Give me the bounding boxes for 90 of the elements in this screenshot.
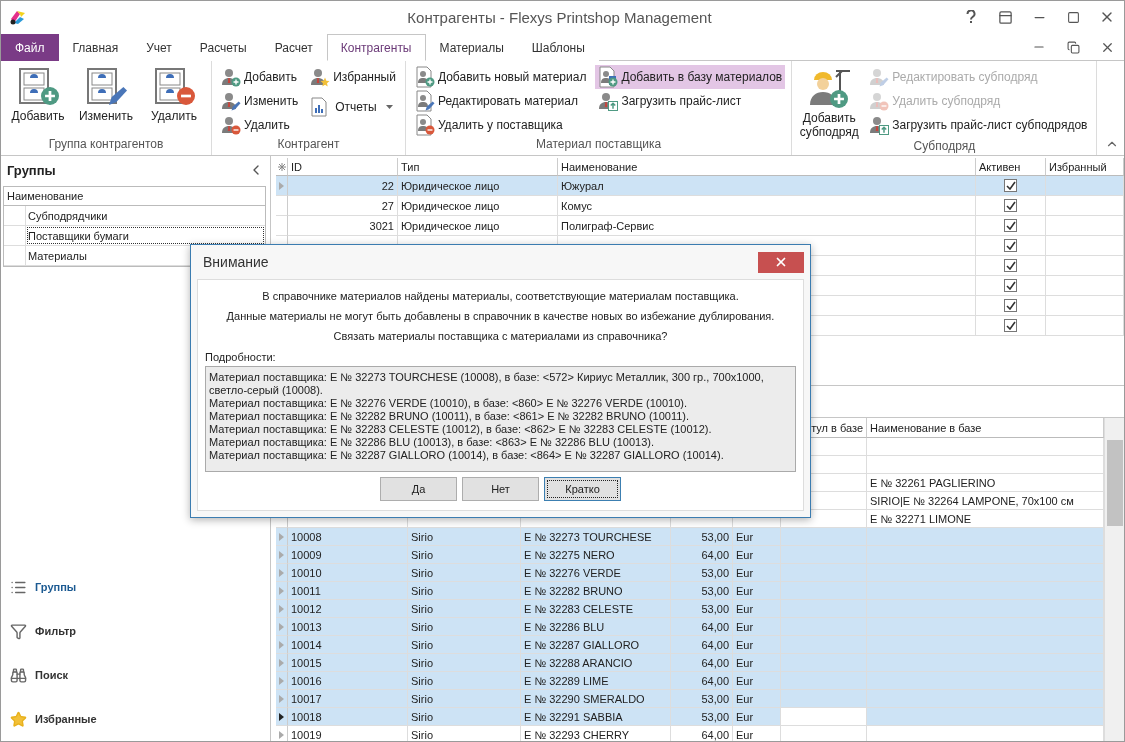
table-cell: 10016 bbox=[291, 674, 322, 687]
table-cell: E № 32282 BRUNO bbox=[524, 584, 623, 597]
table-cell: Sirio bbox=[411, 656, 433, 669]
table-cell: Комус bbox=[561, 199, 593, 212]
table-cell: 10014 bbox=[291, 638, 322, 651]
message-text: Связать материалы поставщика с материалами из справочника? bbox=[332, 329, 669, 344]
dialog-title: Внимание bbox=[203, 254, 269, 270]
details-line: Материал поставщика: E № 32282 BRUNO (10011), в базе: <861> E № 32282 BRUNO (10011). bbox=[209, 410, 691, 423]
table-cell: E № 32283 CELESTE bbox=[524, 602, 634, 615]
table-cell: 53,00 bbox=[701, 710, 729, 723]
table-cell: Eur bbox=[736, 692, 754, 705]
details-line: Материал поставщика: E № 32276 VERDE (10010), в базе: <860> E № 32276 VERDE (10010). bbox=[209, 397, 689, 410]
table-cell: Sirio bbox=[411, 638, 433, 651]
table-cell: Eur bbox=[736, 728, 754, 741]
table-cell: 10015 bbox=[291, 656, 322, 669]
table-cell: Sirio bbox=[411, 584, 433, 597]
details-label: Подробности: bbox=[205, 350, 277, 365]
table-cell: 53,00 bbox=[701, 530, 729, 543]
table-cell: Sirio bbox=[411, 674, 433, 687]
ribbon-group-label: Группа контрагентов bbox=[47, 137, 165, 153]
table-cell: Юридическое лицо bbox=[401, 219, 500, 232]
table-cell: E № 32276 VERDE bbox=[524, 566, 621, 579]
table-cell: Sirio bbox=[411, 692, 433, 705]
table-cell: Eur bbox=[736, 566, 754, 579]
table-cell: E № 32261 PAGLIERINO bbox=[870, 476, 996, 489]
table-cell: 10011 bbox=[291, 584, 321, 597]
table-cell: Sirio bbox=[411, 728, 433, 741]
table-cell: Eur bbox=[736, 656, 754, 669]
details-line: Материал поставщика: E № 32273 TOURCHESE (10008), в базе: <572> Кириус Металлик, 300 гр., 700x1000, светло-серый (10008). bbox=[209, 371, 765, 397]
table-cell: Eur bbox=[736, 638, 754, 651]
table-cell: Sirio bbox=[411, 548, 433, 561]
table-cell: Sirio bbox=[411, 530, 433, 543]
window-title: Контрагенты - Flexys Printshop Management bbox=[406, 8, 713, 26]
table-cell: 10019 bbox=[291, 728, 322, 741]
table-cell: 53,00 bbox=[701, 602, 729, 615]
message-text: В справочнике материалов найдены материалы, соответствующие материалам поставщика. bbox=[261, 289, 740, 304]
table-cell: Eur bbox=[736, 602, 754, 615]
table-cell: 10008 bbox=[291, 530, 322, 543]
table-cell: 64,00 bbox=[701, 656, 729, 669]
table-cell: Eur bbox=[736, 710, 754, 723]
table-cell: E № 32271 LIMONE bbox=[870, 512, 972, 525]
table-cell: Eur bbox=[736, 674, 754, 687]
table-cell: E № 32286 BLU bbox=[524, 620, 605, 633]
details-line: Материал поставщика: E № 32287 GIALLORO (10014), в базе: <864> E № 32287 GIALLORO (10014). bbox=[209, 449, 725, 462]
details-line: Материал поставщика: E № 32286 BLU (10013), в базе: <863> E № 32286 BLU (10013). bbox=[209, 436, 656, 449]
table-cell: E № 32288 ARANCIO bbox=[524, 656, 633, 669]
table-cell: 64,00 bbox=[701, 674, 729, 687]
table-cell: E № 32291 SABBIA bbox=[524, 710, 623, 723]
ribbon-group-label: Субподряд bbox=[912, 139, 977, 155]
table-cell: 10012 bbox=[291, 602, 322, 615]
table-cell: Южурал bbox=[561, 179, 604, 192]
table-cell: 22 bbox=[381, 179, 394, 192]
table-cell: Юридическое лицо bbox=[401, 179, 500, 192]
column-header: Наименование bbox=[4, 187, 265, 206]
ribbon-group-label: Контрагент bbox=[276, 137, 341, 153]
table-cell: Eur bbox=[736, 620, 754, 633]
table-cell: 10009 bbox=[291, 548, 322, 561]
table-cell: 64,00 bbox=[701, 548, 729, 561]
table-cell: Sirio bbox=[411, 710, 433, 723]
table-cell: E № 32275 NERO bbox=[524, 548, 615, 561]
table-cell: 10013 bbox=[291, 620, 322, 633]
table-cell: 64,00 bbox=[701, 728, 729, 741]
table-cell: 64,00 bbox=[701, 620, 729, 633]
panel-title: Группы bbox=[7, 162, 56, 178]
table-cell: Sirio bbox=[411, 602, 433, 615]
table-cell: 10018 bbox=[291, 710, 322, 723]
table-cell: 64,00 bbox=[701, 638, 729, 651]
table-cell: SIRIO|E № 32264 LAMPONE, 70x100 см bbox=[870, 494, 1074, 507]
table-cell: 10010 bbox=[291, 566, 322, 579]
ribbon-group-label: Материал поставщика bbox=[534, 137, 663, 153]
table-cell: Полиграф-Сервис bbox=[561, 219, 654, 232]
table-cell: 10017 bbox=[291, 692, 322, 705]
table-cell: 53,00 bbox=[701, 692, 729, 705]
table-cell: E № 32273 TOURCHESE bbox=[524, 530, 652, 543]
table-cell: E № 32289 LIME bbox=[524, 674, 609, 687]
table-cell: 53,00 bbox=[701, 584, 729, 597]
table-cell: E № 32290 SMERALDO bbox=[524, 692, 645, 705]
table-cell: Юридическое лицо bbox=[401, 199, 500, 212]
table-cell: Eur bbox=[736, 584, 754, 597]
details-line: Материал поставщика: E № 32283 CELESTE (10012), в базе: <862> E № 32283 CELESTE (10012). bbox=[209, 423, 713, 436]
table-cell: 53,00 bbox=[701, 566, 729, 579]
table-cell: Eur bbox=[736, 530, 754, 543]
table-cell: Eur bbox=[736, 548, 754, 561]
table-cell: 3021 bbox=[369, 219, 394, 232]
table-cell: Sirio bbox=[411, 566, 433, 579]
table-cell: E № 32293 CHERRY bbox=[524, 728, 630, 741]
table-cell: E № 32287 GIALLORO bbox=[524, 638, 640, 651]
table-cell: Sirio bbox=[411, 620, 433, 633]
message-text: Данные материалы не могут быть добавлены в справочник в качестве новых во избежание дублирования. bbox=[225, 309, 776, 324]
table-cell: 27 bbox=[381, 199, 394, 212]
